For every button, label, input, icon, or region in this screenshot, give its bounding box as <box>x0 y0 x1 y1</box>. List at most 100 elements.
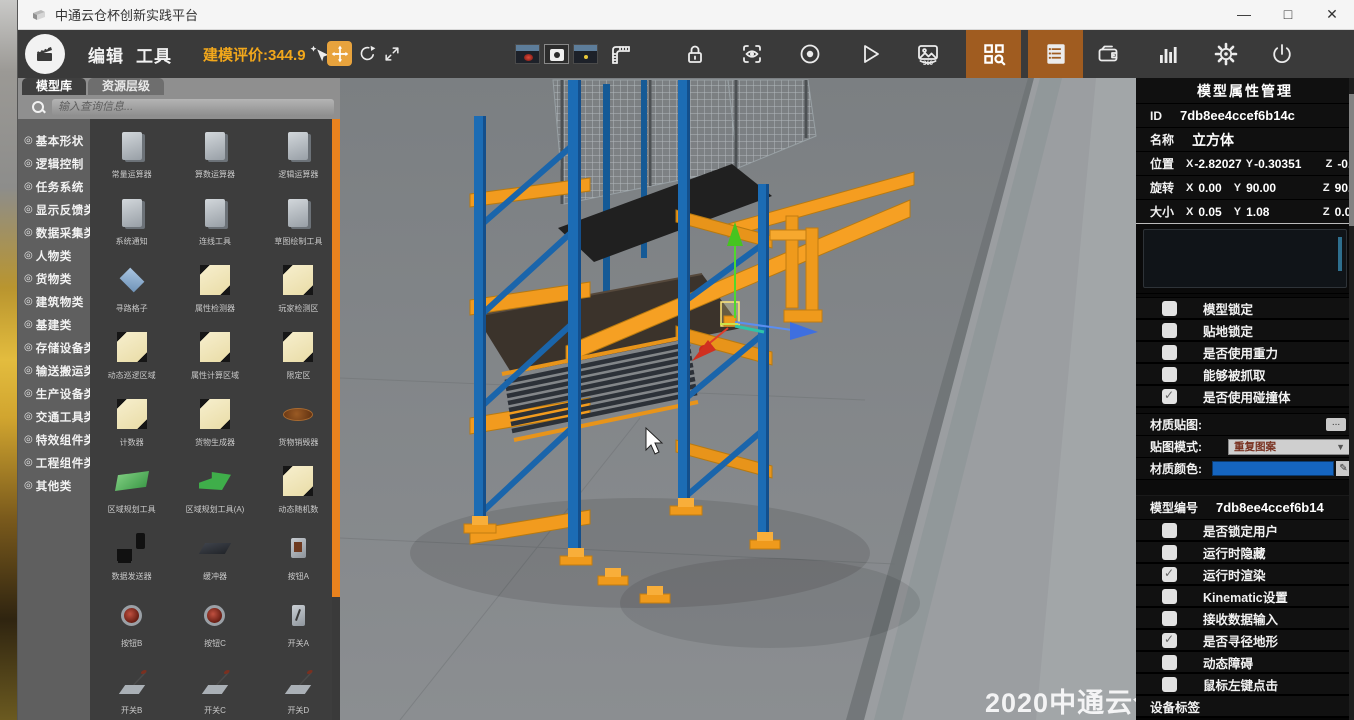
model-library-item[interactable]: 系统通知 <box>90 194 173 261</box>
property-checkbox-row[interactable]: 鼠标左键点击 <box>1136 674 1354 696</box>
model-library-item[interactable]: 开关C <box>173 663 256 720</box>
scale-row[interactable]: 大小 X0.05 Y1.08 Z0.05 <box>1136 200 1354 224</box>
rotation-row[interactable]: 旋转 X0.00 Y90.00 Z90.0 <box>1136 176 1354 200</box>
checkbox-icon[interactable] <box>1162 588 1177 604</box>
sidebar-category-item[interactable]: ◎ 货物类 <box>18 267 90 290</box>
model-library-item[interactable]: 开关A <box>257 596 340 663</box>
sidebar-category-item[interactable]: ◎ 生产设备类 <box>18 382 95 405</box>
sidebar-category-item[interactable]: ◎ 逻辑控制 <box>18 152 90 175</box>
rotate-tool-button[interactable] <box>355 41 380 66</box>
property-checkbox-row[interactable]: 是否寻径地形 <box>1136 630 1354 652</box>
property-checkbox-row[interactable]: 动态障碍 <box>1136 652 1354 674</box>
items-scrollbar-thumb[interactable] <box>332 119 340 597</box>
checkbox-icon[interactable] <box>1162 544 1177 560</box>
property-checkbox-row[interactable]: 接收数据输入 <box>1136 608 1354 630</box>
panel-scrollbar-thumb[interactable] <box>1349 94 1354 226</box>
model-library-item[interactable]: 寻路格子 <box>90 261 173 328</box>
property-checkbox-row[interactable]: 能够被抓取 <box>1136 364 1354 386</box>
notes-textarea[interactable] <box>1143 229 1347 288</box>
minimize-button[interactable]: — <box>1222 0 1266 29</box>
sidebar-category-item[interactable]: ◎ 任务系统 <box>18 175 90 198</box>
items-scrollbar[interactable] <box>332 119 340 720</box>
view-thumbnail-camera[interactable] <box>544 44 569 64</box>
property-checkbox-row[interactable]: 运行时隐藏 <box>1136 542 1354 564</box>
model-library-item[interactable]: 货物生成器 <box>173 395 256 462</box>
model-library-item[interactable]: 属性计算区域 <box>173 328 256 395</box>
tab-resource-hierarchy[interactable]: 资源层级 <box>88 78 165 95</box>
property-checkbox-row[interactable]: 是否使用重力 <box>1136 342 1354 364</box>
view-thumbnail-2[interactable] <box>573 44 598 64</box>
list-form-button[interactable] <box>1028 30 1083 78</box>
property-checkbox-row[interactable]: Kinematic设置 <box>1136 586 1354 608</box>
property-checkbox-row[interactable]: 运行时渲染 <box>1136 564 1354 586</box>
model-library-item[interactable]: 属性检测器 <box>173 261 256 328</box>
checkbox-icon[interactable] <box>1162 388 1177 404</box>
property-checkbox-row[interactable]: 贴地锁定 <box>1136 320 1354 342</box>
checkbox-icon[interactable] <box>1162 632 1177 648</box>
checkbox-icon[interactable] <box>1162 300 1177 316</box>
checkbox-icon[interactable] <box>1162 522 1177 538</box>
scale-tool-button[interactable] <box>379 41 404 66</box>
sidebar-category-item[interactable]: ◎ 输送搬运类 <box>18 359 95 382</box>
sidebar-category-item[interactable]: ◎ 数据采集类 <box>18 221 95 244</box>
more-button[interactable]: ... <box>1326 418 1346 431</box>
grid-search-button[interactable] <box>966 30 1021 78</box>
material-color-swatch[interactable] <box>1212 461 1334 476</box>
maximize-button[interactable]: □ <box>1266 0 1310 29</box>
model-library-item[interactable]: 数据发送器 <box>90 529 173 596</box>
menu-edit[interactable]: 编辑 <box>88 42 124 67</box>
model-library-item[interactable]: 货物销毁器 <box>257 395 340 462</box>
model-library-item[interactable]: 限定区 <box>257 328 340 395</box>
record-target-icon[interactable] <box>798 42 822 66</box>
tiling-mode-dropdown[interactable]: 重复图案 ▼ <box>1228 438 1350 455</box>
checkbox-icon[interactable] <box>1162 676 1177 692</box>
notes-scrollbar[interactable] <box>1338 237 1342 271</box>
property-checkbox-row[interactable]: 是否使用碰撞体 <box>1136 386 1354 408</box>
model-library-item[interactable]: 玩家检测区 <box>257 261 340 328</box>
position-row[interactable]: 位置 X-2.82027 Y-0.30351 Z-0.1 <box>1136 152 1354 176</box>
model-library-item[interactable]: 常量运算器 <box>90 127 173 194</box>
model-library-item[interactable]: 按钮A <box>257 529 340 596</box>
checkbox-icon[interactable] <box>1162 322 1177 338</box>
sidebar-category-item[interactable]: ◎ 人物类 <box>18 244 90 267</box>
model-library-item[interactable]: 缓冲器 <box>173 529 256 596</box>
tab-model-library[interactable]: 模型库 <box>22 78 87 95</box>
sidebar-category-item[interactable]: ◎ 显示反馈类 <box>18 198 95 221</box>
model-library-item[interactable]: 区域规划工具(A) <box>173 462 256 529</box>
model-library-item[interactable]: 按钮C <box>173 596 256 663</box>
model-library-item[interactable]: 连线工具 <box>173 194 256 261</box>
checkbox-icon[interactable] <box>1162 566 1177 582</box>
sidebar-category-item[interactable]: ◎ 工程组件类 <box>18 451 95 474</box>
sidebar-category-item[interactable]: ◎ 交通工具类 <box>18 405 95 428</box>
photo-360-icon[interactable]: 360 <box>916 42 940 67</box>
sidebar-category-item[interactable]: ◎ 特效组件类 <box>18 428 95 451</box>
app-logo[interactable] <box>25 34 65 74</box>
model-library-item[interactable]: 按钮B <box>90 596 173 663</box>
checkbox-icon[interactable] <box>1162 654 1177 670</box>
panel-scrollbar[interactable] <box>1349 78 1354 720</box>
model-library-item[interactable]: 动态随机数 <box>257 462 340 529</box>
property-checkbox-row[interactable]: 是否锁定用户 <box>1136 520 1354 542</box>
focus-view-icon[interactable] <box>740 42 764 66</box>
viewport-3d[interactable]: 2020中通云仓杯创新实践平台 <box>340 78 1136 720</box>
model-library-item[interactable]: 逻辑运算器 <box>257 127 340 194</box>
model-library-item[interactable]: 开关D <box>257 663 340 720</box>
view-thumbnail-1[interactable] <box>515 44 540 64</box>
close-button[interactable]: ✕ <box>1310 0 1354 29</box>
model-library-item[interactable]: 草图绘制工具 <box>257 194 340 261</box>
checkbox-icon[interactable] <box>1162 366 1177 382</box>
sidebar-category-item[interactable]: ◎ 存储设备类 <box>18 336 95 359</box>
wallet-icon[interactable] <box>1096 42 1120 66</box>
play-icon[interactable] <box>858 42 882 66</box>
sidebar-category-item[interactable]: ◎ 基建类 <box>18 313 90 336</box>
sidebar-category-item[interactable]: ◎ 其他类 <box>18 474 90 497</box>
model-library-item[interactable]: 计数器 <box>90 395 173 462</box>
model-library-item[interactable]: 开关B <box>90 663 173 720</box>
model-library-item[interactable]: 动态巡逻区域 <box>90 328 173 395</box>
menu-tools[interactable]: 工具 <box>136 42 172 67</box>
ruler-icon[interactable] <box>608 42 632 66</box>
sidebar-category-item[interactable]: ◎ 建筑物类 <box>18 290 90 313</box>
power-icon[interactable] <box>1270 42 1294 66</box>
checkbox-icon[interactable] <box>1162 344 1177 360</box>
bar-chart-icon[interactable] <box>1156 42 1180 66</box>
